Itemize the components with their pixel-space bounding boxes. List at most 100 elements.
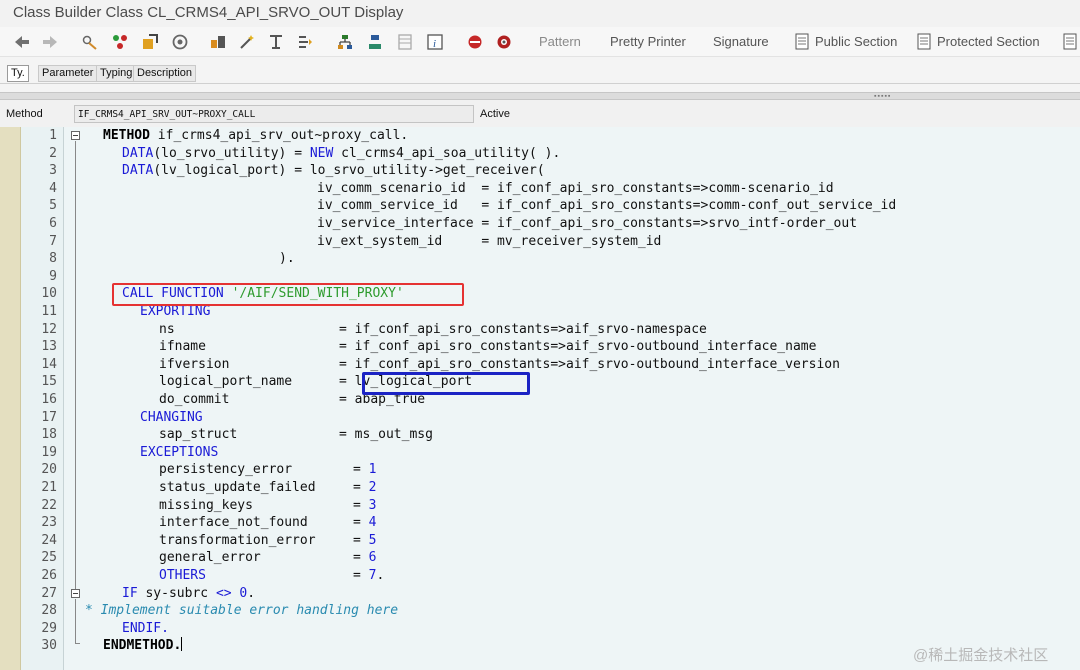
line-number: 28 bbox=[41, 603, 57, 619]
fold-toggle-icon[interactable] bbox=[71, 131, 80, 140]
watermark: @稀土掘金技术社区 bbox=[913, 647, 1049, 664]
pane-splitter[interactable]: ▪▪▪▪▪ bbox=[0, 92, 1080, 100]
object-list-icon[interactable] bbox=[295, 32, 315, 52]
line-number: 11 bbox=[41, 304, 57, 319]
breakpoint-icon[interactable] bbox=[465, 32, 485, 52]
code-line-3: DATA(lv_logical_port) = lo_srvo_utility-… bbox=[122, 163, 545, 179]
window-title: Class Builder Class CL_CRMS4_API_SRVO_OU… bbox=[13, 4, 404, 21]
code-line-20: persistency_error bbox=[159, 462, 293, 478]
inheritance-icon[interactable] bbox=[365, 32, 385, 52]
code-line-27: IF sy-subrc <> 0. bbox=[122, 585, 256, 601]
text-cursor bbox=[181, 637, 183, 652]
fold-guide bbox=[75, 599, 76, 644]
title-bar: Class Builder Class CL_CRMS4_API_SRVO_OU… bbox=[0, 0, 1080, 27]
line-number: 25 bbox=[41, 550, 57, 566]
svg-text:i: i bbox=[433, 38, 436, 50]
line-number: 21 bbox=[41, 480, 57, 495]
display-change-icon[interactable] bbox=[80, 32, 100, 52]
line-number: 2 bbox=[49, 145, 57, 161]
info-icon[interactable]: i bbox=[425, 32, 445, 52]
code-editor[interactable]: 1 2 3 4 5 6 7 8 9 10 11 12 13 14 15 16 1… bbox=[0, 127, 1080, 670]
application-toolbar: i Pattern Pretty Printer Signature Publi… bbox=[0, 27, 1080, 57]
code-line-7: iv_ext_system_id = mv_receiver_system_id bbox=[317, 233, 662, 249]
code-line-30: ENDMETHOD. bbox=[103, 637, 183, 654]
line-number: 6 bbox=[49, 216, 57, 231]
where-used-icon[interactable] bbox=[208, 32, 228, 52]
tab-ty[interactable]: Ty. bbox=[7, 65, 29, 82]
check-object-icon[interactable] bbox=[140, 32, 160, 52]
code-line-22: missing_keys bbox=[159, 497, 253, 513]
code-line-26: OTHERS bbox=[159, 568, 206, 583]
tab-description[interactable]: Description bbox=[133, 65, 197, 82]
line-number: 27 bbox=[41, 585, 57, 601]
tab-strip: Ty. Parameter Typing Description bbox=[0, 57, 1080, 92]
code-line-25: general_error bbox=[159, 550, 261, 566]
line-number: 12 bbox=[41, 321, 57, 337]
editor-margin bbox=[0, 127, 21, 670]
activate-icon[interactable] bbox=[170, 32, 190, 52]
line-number: 24 bbox=[41, 532, 57, 548]
document-icon bbox=[917, 33, 931, 50]
code-line-2: DATA(lo_srvo_utility) = NEW cl_crms4_api… bbox=[122, 145, 561, 161]
line-number-gutter: 1 2 3 4 5 6 7 8 9 10 11 12 13 14 15 16 1… bbox=[21, 127, 64, 670]
code-area[interactable]: METHOD if_crms4_api_srv_out~proxy_call. … bbox=[64, 127, 1080, 670]
method-name-field[interactable]: IF_CRMS4_API_SRV_OUT~PROXY_CALL bbox=[74, 105, 474, 123]
splitter-grip[interactable]: ▪▪▪▪▪ bbox=[874, 93, 891, 100]
active-inactive-icon[interactable] bbox=[110, 32, 130, 52]
line-number: 29 bbox=[41, 620, 57, 636]
code-line-29: ENDIF. bbox=[122, 620, 169, 636]
table-grid-icon[interactable] bbox=[395, 32, 415, 52]
code-line-23: interface_not_found bbox=[159, 515, 308, 531]
tab-parameter[interactable]: Parameter bbox=[38, 65, 98, 82]
line-number: 3 bbox=[49, 163, 57, 179]
code-line-6: iv_service_interface = if_conf_api_sro_c… bbox=[317, 216, 858, 231]
magic-wand-icon[interactable] bbox=[237, 32, 257, 52]
code-line-14: ifversion = if_conf_api_sro_constants=>a… bbox=[159, 356, 840, 372]
pretty-printer-button[interactable]: Pretty Printer bbox=[610, 34, 686, 49]
code-line-22-value: = 3 bbox=[353, 497, 377, 513]
code-line-24: transformation_error bbox=[159, 532, 316, 548]
method-label: Method bbox=[6, 108, 43, 120]
signature-button[interactable]: Signature bbox=[713, 34, 769, 49]
document-icon bbox=[1063, 33, 1077, 50]
fold-toggle-icon[interactable] bbox=[71, 589, 80, 598]
line-number: 15 bbox=[41, 374, 57, 390]
line-number: 30 bbox=[41, 638, 57, 654]
line-number: 5 bbox=[49, 198, 57, 214]
code-line-17: CHANGING bbox=[140, 409, 203, 425]
line-number: 4 bbox=[49, 180, 57, 196]
line-number: 18 bbox=[41, 427, 57, 443]
method-bar: Method IF_CRMS4_API_SRV_OUT~PROXY_CALL A… bbox=[0, 100, 1080, 127]
fold-guide-end bbox=[75, 643, 80, 644]
tab-divider bbox=[0, 83, 1080, 84]
forward-arrow-icon[interactable] bbox=[40, 32, 60, 52]
line-number: 16 bbox=[41, 392, 57, 407]
code-line-12: ns = if_conf_api_sro_constants=>aif_srvo… bbox=[159, 321, 707, 337]
public-section-button[interactable]: Public Section bbox=[815, 34, 897, 49]
line-number: 23 bbox=[41, 515, 57, 531]
code-line-1: METHOD if_crms4_api_srv_out~proxy_call. bbox=[103, 128, 409, 143]
code-line-5: iv_comm_service_id = if_conf_api_sro_con… bbox=[317, 198, 897, 214]
code-line-28: * Implement suitable error handling here bbox=[85, 603, 399, 619]
code-line-13: ifname = if_conf_api_sro_constants=>aif_… bbox=[159, 339, 817, 355]
line-number: 9 bbox=[49, 268, 57, 284]
protected-section-button[interactable]: Protected Section bbox=[937, 34, 1040, 49]
method-status: Active bbox=[480, 108, 510, 120]
red-highlight-box bbox=[112, 283, 464, 306]
line-number: 22 bbox=[41, 497, 57, 513]
line-number: 10 bbox=[41, 286, 57, 302]
hierarchy-icon[interactable] bbox=[266, 32, 286, 52]
tab-typing[interactable]: Typing bbox=[96, 65, 137, 82]
session-breakpoint-icon[interactable] bbox=[494, 32, 514, 52]
tree-structure-icon[interactable] bbox=[335, 32, 355, 52]
line-number: 20 bbox=[41, 462, 57, 478]
line-number: 8 bbox=[49, 251, 57, 267]
pattern-button[interactable]: Pattern bbox=[539, 34, 581, 49]
code-line-24-value: = 5 bbox=[353, 532, 377, 548]
line-number: 13 bbox=[41, 339, 57, 355]
document-icon bbox=[795, 33, 809, 50]
code-line-19: EXCEPTIONS bbox=[140, 444, 219, 460]
blue-highlight-box bbox=[362, 372, 530, 395]
fold-guide bbox=[75, 141, 76, 593]
back-arrow-icon[interactable] bbox=[12, 32, 32, 52]
